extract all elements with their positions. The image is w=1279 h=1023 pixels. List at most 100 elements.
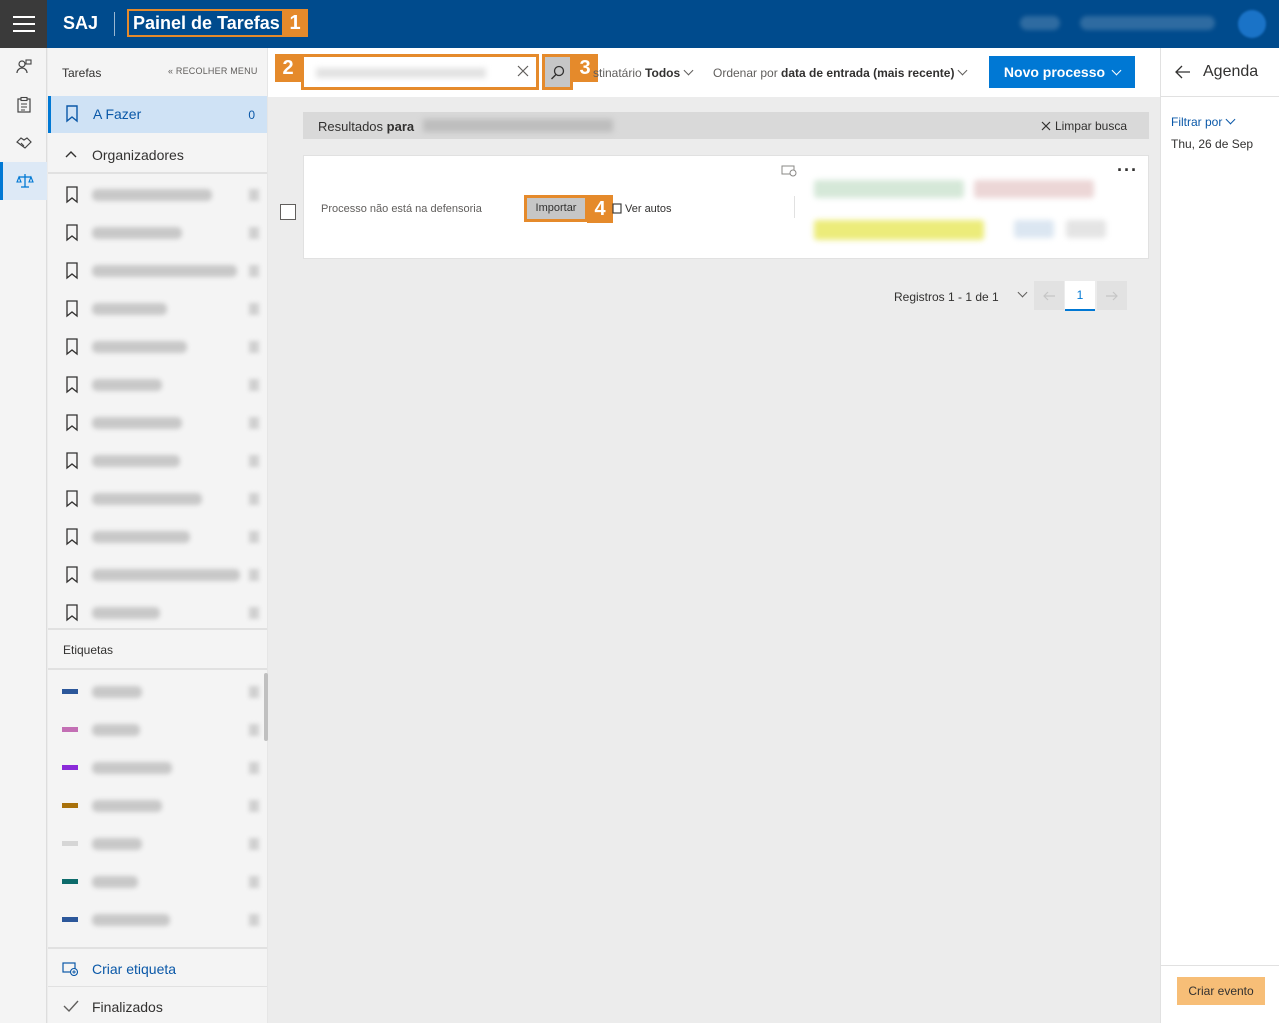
- list-item[interactable]: [48, 901, 267, 939]
- blurred-count: [249, 417, 259, 429]
- list-item[interactable]: [48, 366, 267, 404]
- monitor-icon[interactable]: [781, 165, 797, 177]
- sort-label: Ordenar por: [713, 66, 778, 80]
- blurred-label: [92, 800, 162, 812]
- criar-etiqueta-button[interactable]: Criar etiqueta: [48, 947, 267, 986]
- blurred-count: [249, 686, 259, 698]
- blurred-count: [249, 569, 259, 581]
- label-color-swatch: [62, 727, 78, 732]
- blurred-label: [92, 531, 190, 543]
- sidebar-item-label: A Fazer: [93, 106, 142, 122]
- filtrar-por-dropdown[interactable]: Filtrar por: [1171, 114, 1236, 129]
- sidebar: Tarefas « RECOLHER MENU A Fazer 0 Organi…: [48, 48, 268, 1023]
- importar-button[interactable]: Importar: [524, 195, 588, 222]
- filtrar-label: Filtrar por: [1171, 115, 1223, 129]
- blurred-query: [423, 119, 613, 132]
- back-arrow-icon[interactable]: [1175, 65, 1191, 79]
- list-item[interactable]: [48, 556, 267, 594]
- bookmark-icon: [66, 452, 78, 470]
- agenda-title: Agenda: [1203, 63, 1259, 80]
- finalizados-item[interactable]: Finalizados: [48, 986, 267, 1023]
- blurred-count: [249, 800, 259, 812]
- clipboard-icon[interactable]: [0, 86, 47, 124]
- blurred-count: [249, 227, 259, 239]
- chevron-down-icon: [683, 65, 694, 76]
- bookmark-icon: [66, 490, 78, 508]
- blurred-search-text: [316, 68, 486, 78]
- blurred-label: [92, 876, 138, 888]
- next-page-button[interactable]: [1097, 281, 1127, 310]
- sort-value: data de entrada (mais recente): [781, 66, 955, 80]
- brand-logo: SAJ: [63, 13, 99, 33]
- list-item[interactable]: [48, 518, 267, 556]
- label-color-swatch: [62, 917, 78, 922]
- collapse-menu-button[interactable]: « RECOLHER MENU: [168, 66, 258, 76]
- blurred-label: [92, 914, 170, 926]
- agenda-header: Agenda: [1161, 48, 1279, 97]
- chevron-up-icon: [65, 151, 77, 158]
- hamburger-menu-icon[interactable]: [0, 0, 47, 48]
- blurred-label: [92, 341, 187, 353]
- finalizados-label: Finalizados: [92, 999, 163, 1015]
- organizadores-toggle[interactable]: Organizadores: [48, 136, 267, 174]
- destinatario-filter[interactable]: stinatário Todos: [593, 65, 694, 80]
- bookmark-icon: [66, 262, 78, 280]
- list-item[interactable]: [48, 480, 267, 518]
- novo-processo-button[interactable]: Novo processo: [989, 56, 1135, 88]
- scales-icon[interactable]: [0, 162, 47, 200]
- handshake-icon[interactable]: [0, 124, 47, 162]
- add-label-icon: [62, 962, 78, 976]
- criar-etiqueta-label: Criar etiqueta: [92, 961, 177, 977]
- header-blurred-user: [1080, 16, 1215, 30]
- pagination: Registros 1 - 1 de 1 1: [894, 281, 1149, 311]
- sidebar-item-a-fazer[interactable]: A Fazer 0: [48, 96, 267, 133]
- list-item[interactable]: [48, 214, 267, 252]
- list-item[interactable]: [48, 290, 267, 328]
- blurred-process-info: [814, 180, 964, 198]
- search-button[interactable]: [542, 54, 573, 90]
- blurred-label: [92, 569, 240, 581]
- blurred-process-info: [974, 180, 1094, 198]
- list-item[interactable]: [48, 176, 267, 214]
- list-item[interactable]: [48, 825, 267, 863]
- clear-search-icon[interactable]: [516, 64, 530, 78]
- chevron-down-icon: [1225, 114, 1236, 125]
- list-item[interactable]: [48, 749, 267, 787]
- destinatario-value: Todos: [645, 66, 681, 80]
- blurred-count: [249, 531, 259, 543]
- list-item[interactable]: [48, 673, 267, 711]
- bookmark-icon: [66, 528, 78, 546]
- bookmark-icon: [66, 414, 78, 432]
- result-checkbox[interactable]: [280, 204, 296, 220]
- list-item[interactable]: [48, 328, 267, 366]
- users-icon[interactable]: [0, 48, 47, 86]
- chevron-down-icon: [958, 65, 968, 76]
- document-icon: [612, 203, 622, 214]
- blurred-label: [92, 303, 167, 315]
- list-item[interactable]: [48, 711, 267, 749]
- list-item[interactable]: [48, 404, 267, 442]
- list-item[interactable]: [48, 863, 267, 901]
- ver-autos-link[interactable]: Ver autos: [612, 203, 671, 215]
- page-size-chevron-down-icon[interactable]: [1017, 287, 1028, 298]
- blurred-tag: [1066, 220, 1106, 238]
- prev-page-button[interactable]: [1034, 281, 1064, 310]
- page-number-current[interactable]: 1: [1065, 281, 1095, 311]
- blurred-count: [249, 303, 259, 315]
- list-item[interactable]: [48, 252, 267, 290]
- more-options-icon[interactable]: ···: [1117, 160, 1138, 181]
- criar-evento-button[interactable]: Criar evento: [1177, 977, 1265, 1005]
- search-input[interactable]: [301, 54, 539, 90]
- avatar[interactable]: [1238, 10, 1266, 38]
- blurred-count: [249, 265, 259, 277]
- sidebar-scrollbar[interactable]: [264, 673, 268, 741]
- checkmark-icon: [63, 1000, 79, 1013]
- clear-search-button[interactable]: Limpar busca: [1041, 119, 1127, 133]
- list-item[interactable]: [48, 442, 267, 480]
- sort-dropdown[interactable]: Ordenar por data de entrada (mais recent…: [713, 65, 968, 80]
- list-item[interactable]: [48, 787, 267, 825]
- blurred-count: [249, 341, 259, 353]
- sidebar-heading: Tarefas: [62, 66, 102, 80]
- header-divider: [114, 12, 115, 36]
- list-item[interactable]: [48, 594, 267, 632]
